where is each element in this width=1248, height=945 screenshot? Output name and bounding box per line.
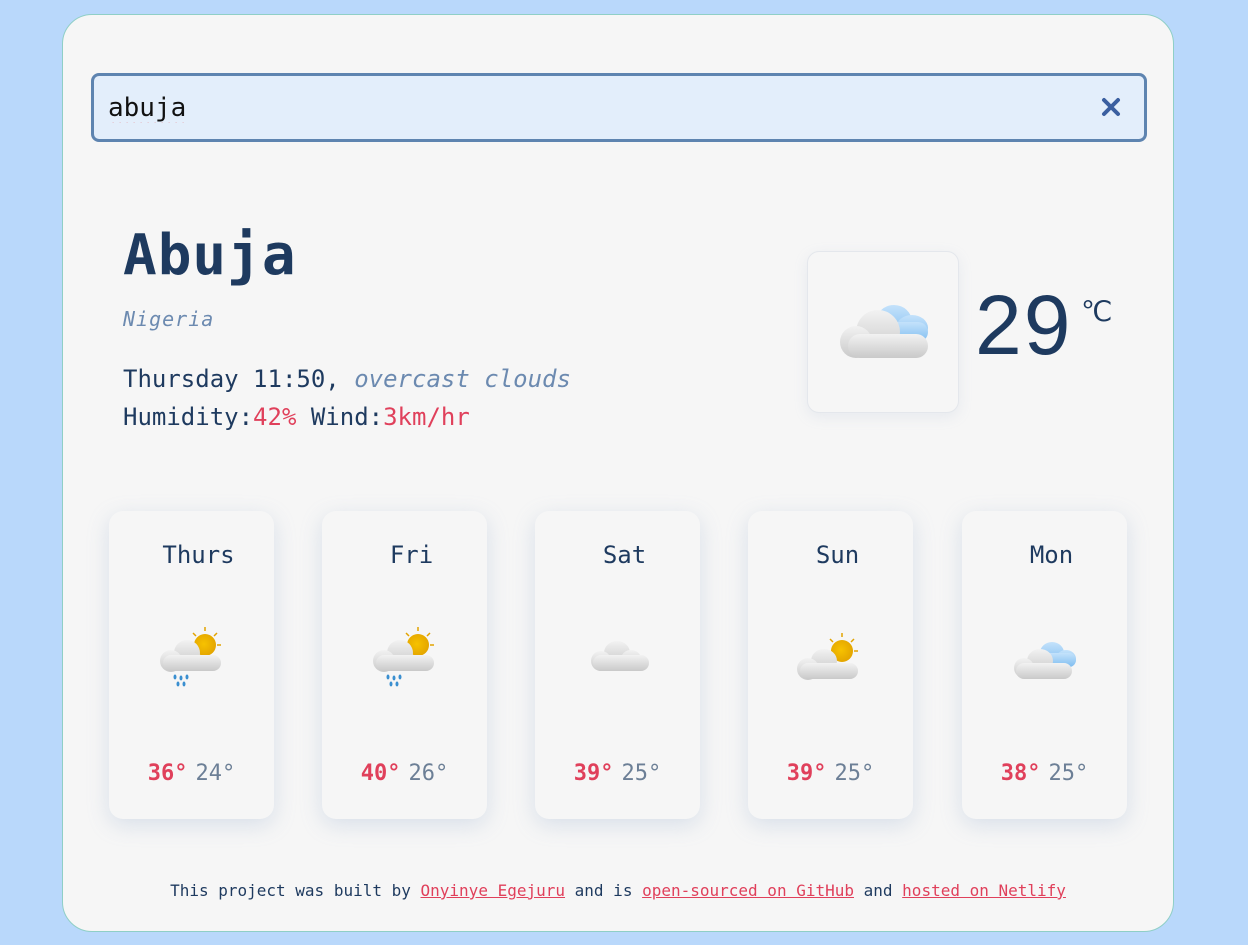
weather-description: overcast clouds [354,365,571,393]
temperature-unit: ℃ [1081,297,1113,328]
forecast-day: Thurs [162,541,235,569]
blue-cloud-icon [1014,642,1076,679]
forecast-max: 39° [786,761,827,786]
overcast-clouds-icon [840,305,928,358]
forecast-card: Thurs 36° 24° [109,511,274,819]
footer-text: and [854,881,903,900]
forecast-day: Mon [1029,541,1074,569]
footer: This project was built by Onyinye Egejur… [63,881,1173,900]
forecast-card: Sat 39° 25° [535,511,700,819]
forecast-min: 25° [834,761,875,786]
city-name: Abuja [123,223,297,288]
forecast-max: 36° [147,761,188,786]
sun-cloud-rain-icon [373,627,434,687]
forecast-min: 24° [195,761,236,786]
weather-card: Abuja Nigeria Thursday 11:50, overcast c… [62,14,1174,932]
wind-label: Wind: [310,403,384,431]
clear-search-button[interactable] [1096,92,1126,122]
forecast-max: 40° [360,761,401,786]
search-box [91,73,1147,142]
author-link[interactable]: Onyinye Egejuru [421,881,566,900]
sun-cloud-rain-icon [160,627,221,687]
close-icon [1102,98,1120,116]
cloud-icon [591,641,649,671]
forecast-card: Mon 38° 25° [962,511,1127,819]
humidity-label: Humidity: [123,403,254,431]
forecast-day: Sun [815,541,860,569]
forecast-min: 26° [408,761,449,786]
forecast-max: 39° [573,761,614,786]
current-temperature: 29 [975,278,1073,372]
footer-text: and is [565,881,643,900]
forecast-temps: 40° 26° [322,761,487,786]
humidity-value: 42% [253,403,297,431]
forecast-card: Fri 40° 26° [322,511,487,819]
country-name: Nigeria [123,307,215,331]
footer-text: This project was built by [170,881,421,900]
forecast-min: 25° [1048,761,1089,786]
humidity-wind: Humidity:42% Wind:3km/hr [123,403,470,431]
forecast-card: Sun 39° 25° [748,511,913,819]
github-link[interactable]: open-sourced on GitHub [642,881,854,900]
forecast-day: Fri [389,541,434,569]
forecast-temps: 39° 25° [748,761,913,786]
forecast-temps: 38° 25° [962,761,1127,786]
forecast-temps: 36° 24° [109,761,274,786]
forecast-temps: 39° 25° [535,761,700,786]
day-time: Thursday 11:50, [123,365,340,393]
sun-cloud-icon [797,633,858,680]
forecast-max: 38° [1000,761,1041,786]
wind-value: 3km/hr [383,403,470,431]
forecast-min: 25° [621,761,662,786]
netlify-link[interactable]: hosted on Netlify [902,881,1066,900]
current-weather-icon-box [807,251,959,413]
search-input[interactable] [108,90,1068,126]
datetime-description: Thursday 11:50, overcast clouds [123,365,571,393]
forecast-day: Sat [602,541,647,569]
